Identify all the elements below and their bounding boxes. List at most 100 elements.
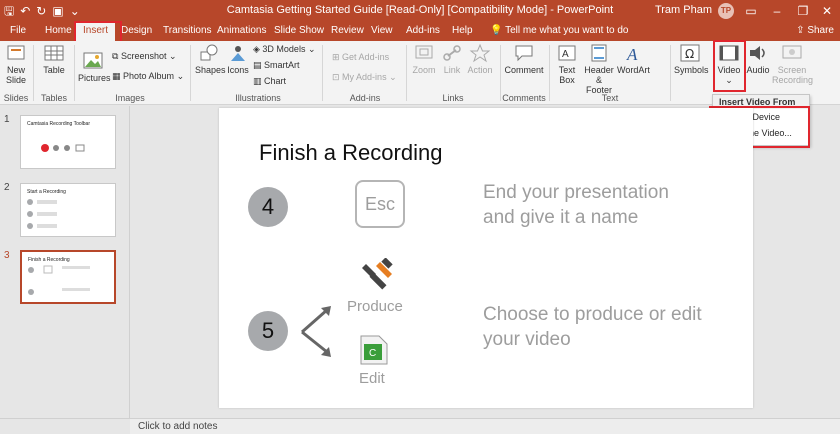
header-footer-button[interactable]: Header & Footer: [582, 43, 616, 95]
group-slides-label: Slides: [3, 93, 29, 103]
get-add-ins-button[interactable]: ⊞ Get Add-ins: [332, 52, 389, 63]
share-button[interactable]: ⇪ Share: [796, 25, 834, 36]
header-footer-icon: [591, 44, 607, 62]
new-slide-button[interactable]: New Slide: [4, 43, 28, 85]
add-ins-icon: ⊡: [332, 72, 343, 82]
my-add-ins-button[interactable]: ⊡ My Add-ins ⌄: [332, 72, 397, 83]
slide-title[interactable]: Finish a Recording: [259, 140, 442, 166]
minimize-icon[interactable]: –: [766, 2, 788, 20]
comment-button[interactable]: Comment: [504, 43, 544, 75]
zoom-icon: [415, 45, 433, 59]
slide-canvas[interactable]: Finish a Recording 4 Esc End your presen…: [219, 108, 753, 408]
store-icon: ⊞: [332, 52, 343, 62]
slide-thumbnails-pane: 1 Camtasia Recording Toolbar 2 Start a R…: [0, 106, 130, 418]
tab-review[interactable]: Review: [331, 25, 364, 36]
icons-button[interactable]: Icons: [226, 43, 250, 75]
wordart-button[interactable]: A WordArt: [617, 43, 650, 75]
step-5-text: Choose to produce or edit your video: [483, 304, 702, 350]
thumbnail-2-graphic: [27, 199, 57, 229]
slide-thumbnail-1[interactable]: Camtasia Recording Toolbar: [20, 115, 116, 169]
screen-recording-icon: [782, 45, 802, 59]
insert-tab-highlight: [74, 21, 122, 43]
separator: [190, 45, 191, 101]
ribbon-display-icon[interactable]: ▭: [740, 2, 762, 20]
tab-help[interactable]: Help: [452, 25, 473, 36]
3d-models-button[interactable]: ◈ 3D Models ⌄: [253, 44, 316, 55]
group-add-ins-label: Add-ins: [349, 93, 381, 103]
svg-text:A: A: [626, 45, 638, 63]
table-button[interactable]: Table: [40, 43, 68, 75]
tab-view[interactable]: View: [371, 25, 393, 36]
thumbnail-3-graphic: [28, 265, 90, 295]
step-4-circle: 4: [248, 187, 288, 227]
notes-pane[interactable]: Click to add notes: [130, 418, 840, 434]
screenshot-button[interactable]: ⧉ Screenshot ⌄: [112, 51, 177, 62]
photo-album-button[interactable]: ▦ Photo Album ⌄: [112, 71, 184, 82]
branch-arrows-icon: [301, 306, 331, 357]
shapes-icon: [200, 44, 218, 61]
tab-home[interactable]: Home: [45, 25, 72, 36]
screen-recording-button[interactable]: Screen Recording: [772, 43, 813, 85]
separator: [670, 45, 671, 101]
notes-placeholder: Click to add notes: [138, 421, 218, 432]
link-button[interactable]: Link: [441, 43, 463, 75]
thumbnail-number: 3: [4, 250, 10, 261]
separator: [322, 45, 323, 101]
comment-icon: [515, 45, 533, 62]
avatar[interactable]: TP: [718, 3, 734, 19]
group-text-label: Text: [601, 93, 619, 103]
group-links-label: Links: [442, 93, 464, 103]
chart-icon: ▥: [253, 76, 265, 86]
pictures-icon: [83, 52, 103, 69]
group-images-label: Images: [115, 93, 145, 103]
tab-transitions[interactable]: Transitions: [163, 25, 212, 36]
user-name[interactable]: Tram Pham: [655, 4, 712, 16]
group-illustrations-label: Illustrations: [235, 93, 281, 103]
slide-thumbnail-2[interactable]: Start a Recording: [20, 183, 116, 237]
star-icon: [469, 43, 491, 63]
text-box-button[interactable]: A Text Box: [554, 43, 580, 85]
audio-button[interactable]: Audio: [744, 43, 772, 75]
tell-me-box[interactable]: 💡 Tell me what you want to do: [490, 25, 628, 36]
zoom-button[interactable]: Zoom: [411, 43, 437, 75]
new-slide-icon: [7, 45, 25, 60]
camtasia-file-icon: C: [360, 335, 388, 365]
tab-slide-show[interactable]: Slide Show: [274, 25, 324, 36]
chart-button[interactable]: ▥ Chart: [253, 76, 286, 87]
tab-add-ins[interactable]: Add-ins: [406, 25, 440, 36]
svg-text:A: A: [562, 49, 569, 60]
smartart-icon: ▤: [253, 60, 265, 70]
video-button-highlight: [713, 40, 746, 92]
restore-icon[interactable]: ❐: [792, 2, 814, 20]
svg-text:C: C: [369, 348, 376, 359]
tab-file[interactable]: File: [10, 25, 26, 36]
cube-icon: ◈: [253, 44, 263, 54]
tab-animations[interactable]: Animations: [217, 25, 266, 36]
slide-thumbnail-3[interactable]: Finish a Recording: [20, 250, 116, 304]
window-title: Camtasia Getting Started Guide [Read-Onl…: [226, 4, 614, 16]
separator: [500, 45, 501, 101]
step-4-text: End your presentation and give it a name: [483, 182, 669, 228]
action-button[interactable]: Action: [466, 43, 494, 75]
tab-design[interactable]: Design: [121, 25, 152, 36]
group-comments-label: Comments: [502, 93, 546, 103]
title-bar: 🖫 ↶ ↻ ▣ ⌄ Camtasia Getting Started Guide…: [0, 0, 840, 22]
thumbnail-number: 1: [4, 114, 10, 125]
smartart-button[interactable]: ▤ SmartArt: [253, 60, 300, 71]
svg-text:Ω: Ω: [685, 47, 694, 61]
close-icon[interactable]: ✕: [816, 2, 838, 20]
status-bar-left: [0, 418, 130, 434]
pictures-button[interactable]: Pictures: [78, 51, 111, 83]
symbols-button[interactable]: Ω Symbols: [674, 43, 709, 75]
lightbulb-icon: 💡: [490, 25, 506, 36]
omega-icon: Ω: [680, 44, 700, 62]
esc-key-icon: Esc: [355, 180, 405, 228]
thumbnail-1-graphic: [41, 144, 85, 152]
shapes-button[interactable]: Shapes: [195, 43, 226, 75]
wordart-icon: A: [626, 45, 638, 63]
separator: [33, 45, 34, 101]
edit-label: Edit: [359, 370, 385, 387]
speaker-icon: [750, 46, 765, 60]
table-icon: [44, 45, 64, 61]
link-icon: [443, 45, 461, 61]
